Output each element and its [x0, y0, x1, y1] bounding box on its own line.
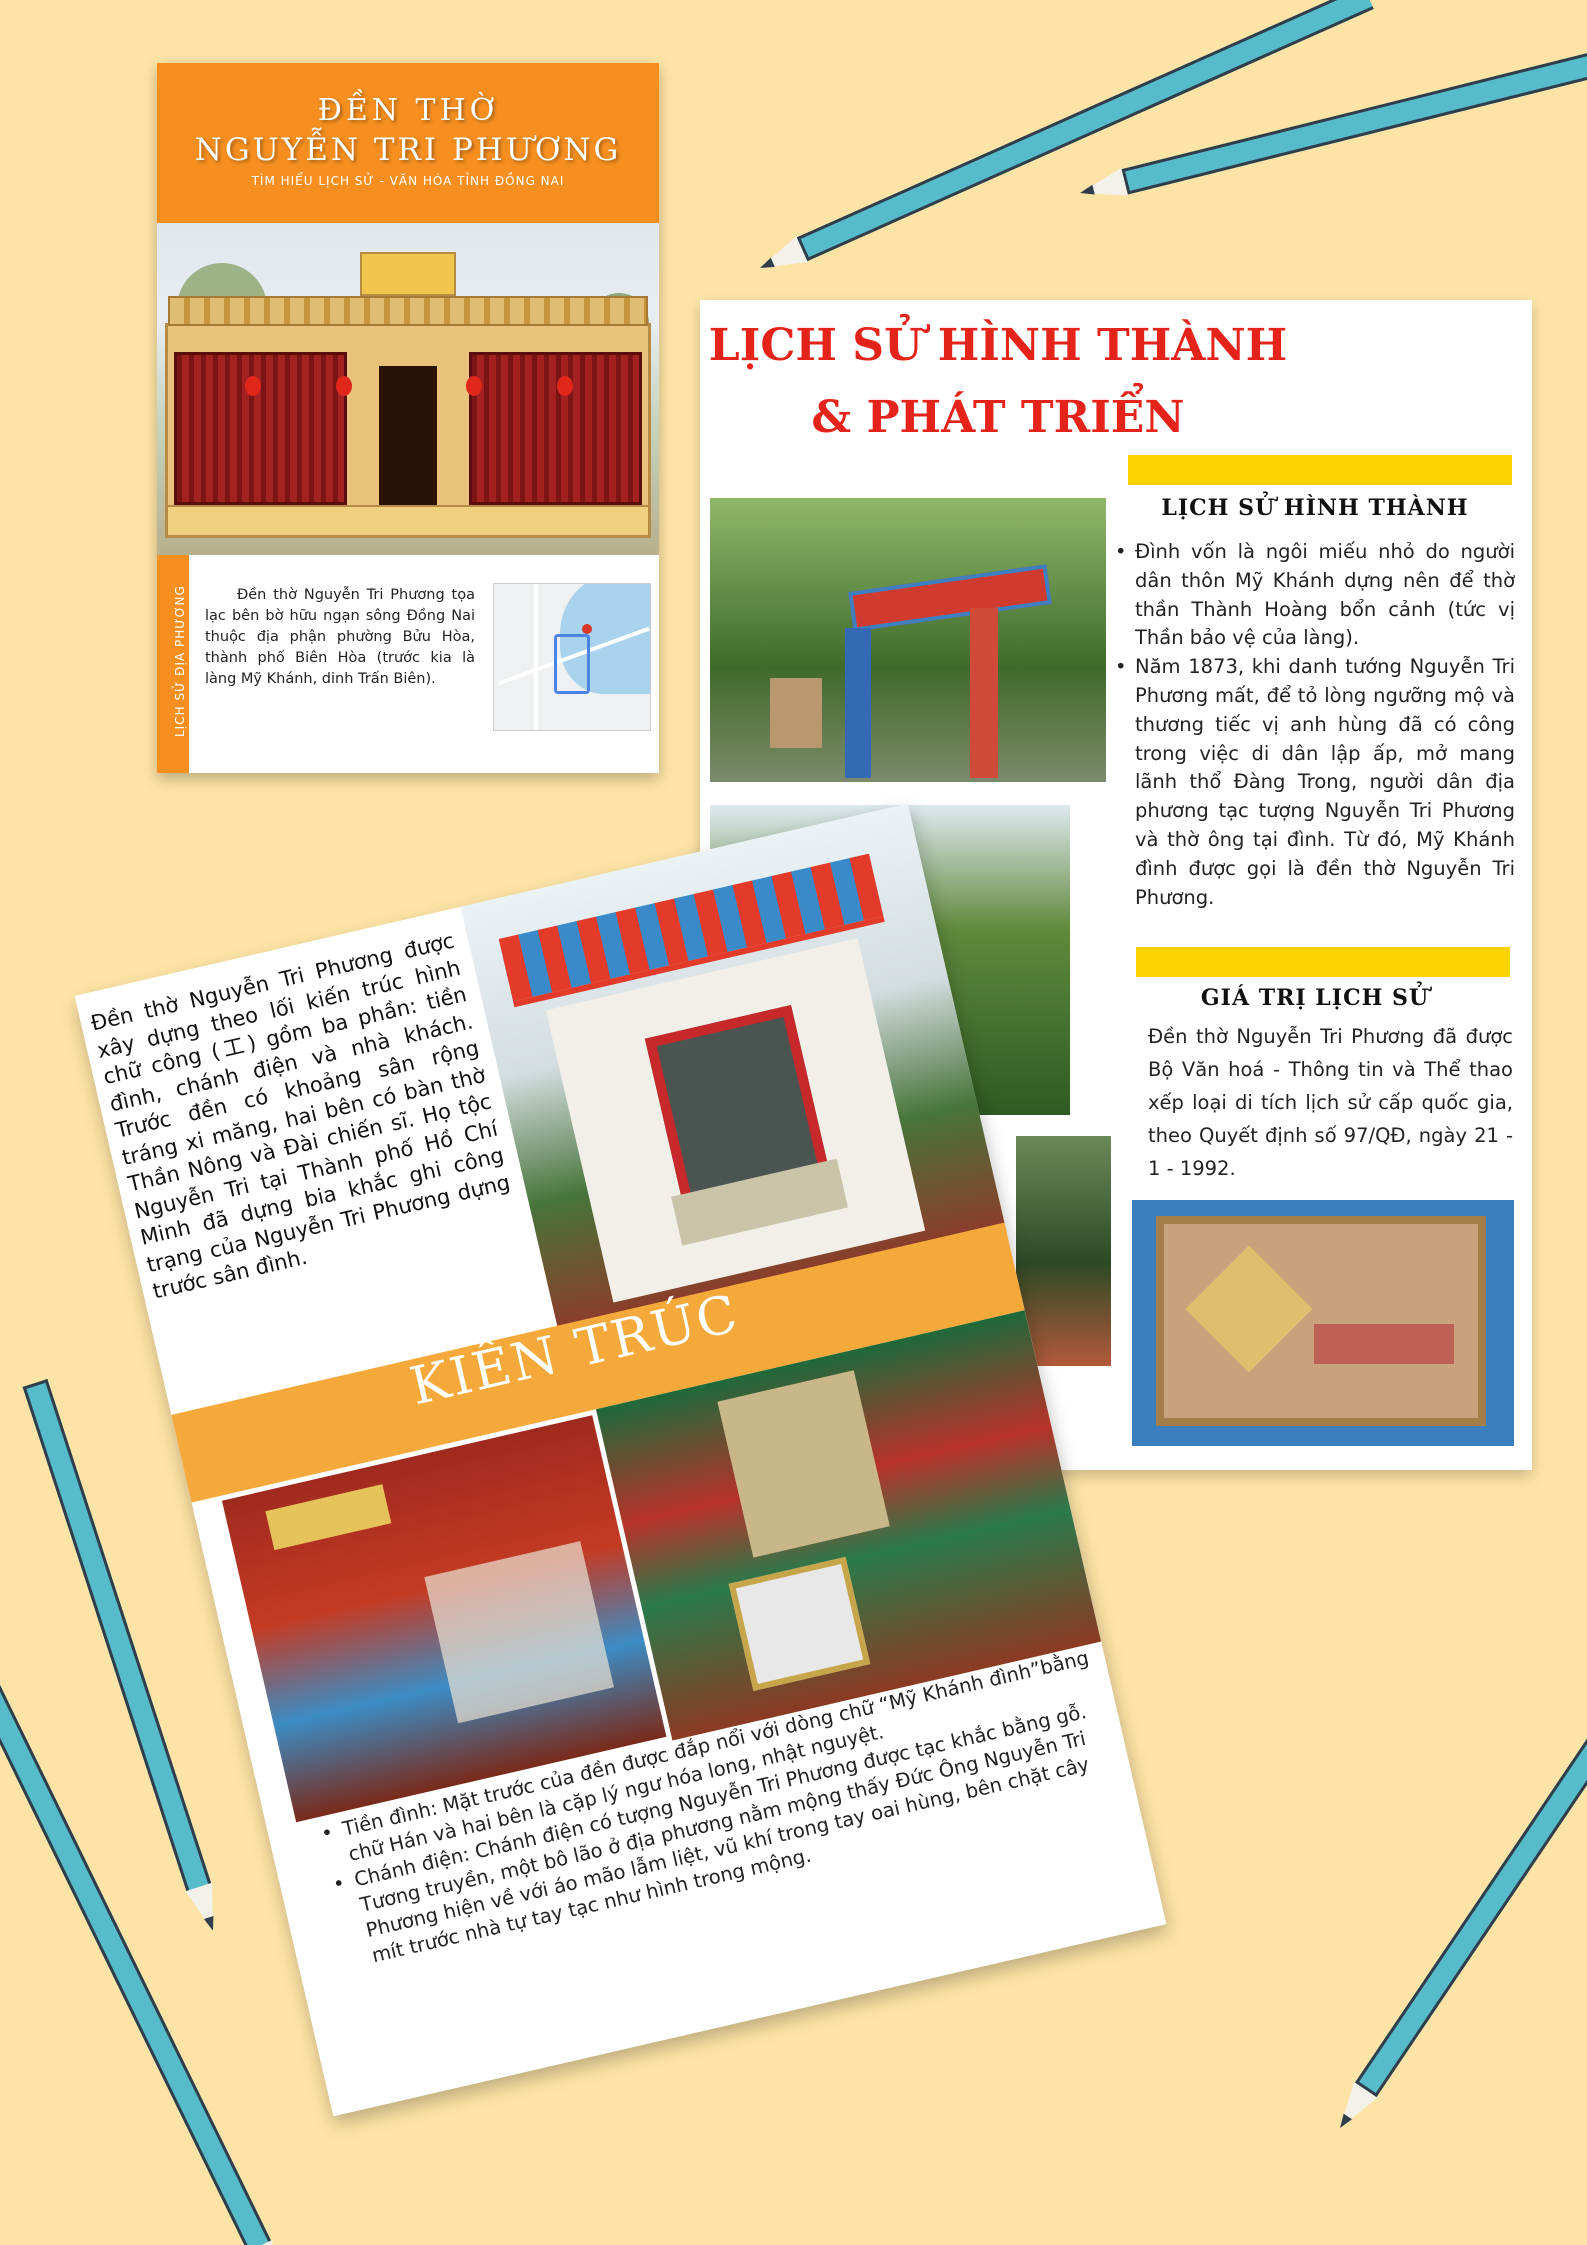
section-heading-origin: LỊCH SỬ HÌNH THÀNH: [1161, 495, 1469, 521]
yellow-bar-2: [1136, 947, 1510, 977]
history-title-line2: & PHÁT TRIỂN: [811, 392, 1185, 443]
temple-photo: [157, 223, 659, 555]
origin-item: Đình vốn là ngôi miếu nhỏ do người dân t…: [1115, 538, 1515, 653]
cover-intro: Đền thờ Nguyễn Tri Phương tọa lạc bên bờ…: [205, 587, 475, 687]
yellow-bar-1: [1128, 455, 1512, 485]
side-label: LỊCH SỬ ĐỊA PHƯƠNG: [173, 585, 187, 737]
side-bar: LỊCH SỬ ĐỊA PHƯƠNG: [157, 555, 189, 773]
architecture-intro: Đền thờ Nguyễn Tri Phương được xây dựng …: [88, 928, 513, 1304]
historical-value-text: Đền thờ Nguyễn Tri Phương đã được Bộ Văn…: [1148, 1025, 1513, 1180]
cover-subtitle: TÌM HIỂU LỊCH SỬ - VĂN HÓA TỈNH ĐỒNG NAI: [251, 174, 565, 188]
history-title-line1: LỊCH SỬ HÌNH THÀNH: [708, 320, 1288, 371]
map-icon: [493, 583, 651, 731]
heritage-plaque-photo: [1132, 1200, 1514, 1446]
cover-header: ĐỀN THỜ NGUYỄN TRI PHƯƠNG TÌM HIỂU LỊCH …: [157, 63, 659, 223]
courtyard-photo: [1016, 1136, 1111, 1366]
temple-building: [165, 252, 651, 538]
gate-photo: [710, 498, 1106, 782]
origin-item: Năm 1873, khi danh tướng Nguyễn Tri Phươ…: [1115, 653, 1515, 912]
cover-footer: LỊCH SỬ ĐỊA PHƯƠNG Đền thờ Nguyễn Tri Ph…: [157, 555, 659, 773]
cover-card: ĐỀN THỜ NGUYỄN TRI PHƯƠNG TÌM HIỂU LỊCH …: [157, 63, 659, 773]
section-heading-value: GIÁ TRỊ LỊCH SỬ: [1200, 985, 1430, 1011]
origin-list: Đình vốn là ngôi miếu nhỏ do người dân t…: [1115, 538, 1515, 912]
pencil-right: [1328, 1651, 1587, 2136]
cover-title-line1: ĐỀN THỜ: [317, 93, 499, 128]
cover-title-line2: NGUYỄN TRI PHƯƠNG: [194, 132, 622, 168]
